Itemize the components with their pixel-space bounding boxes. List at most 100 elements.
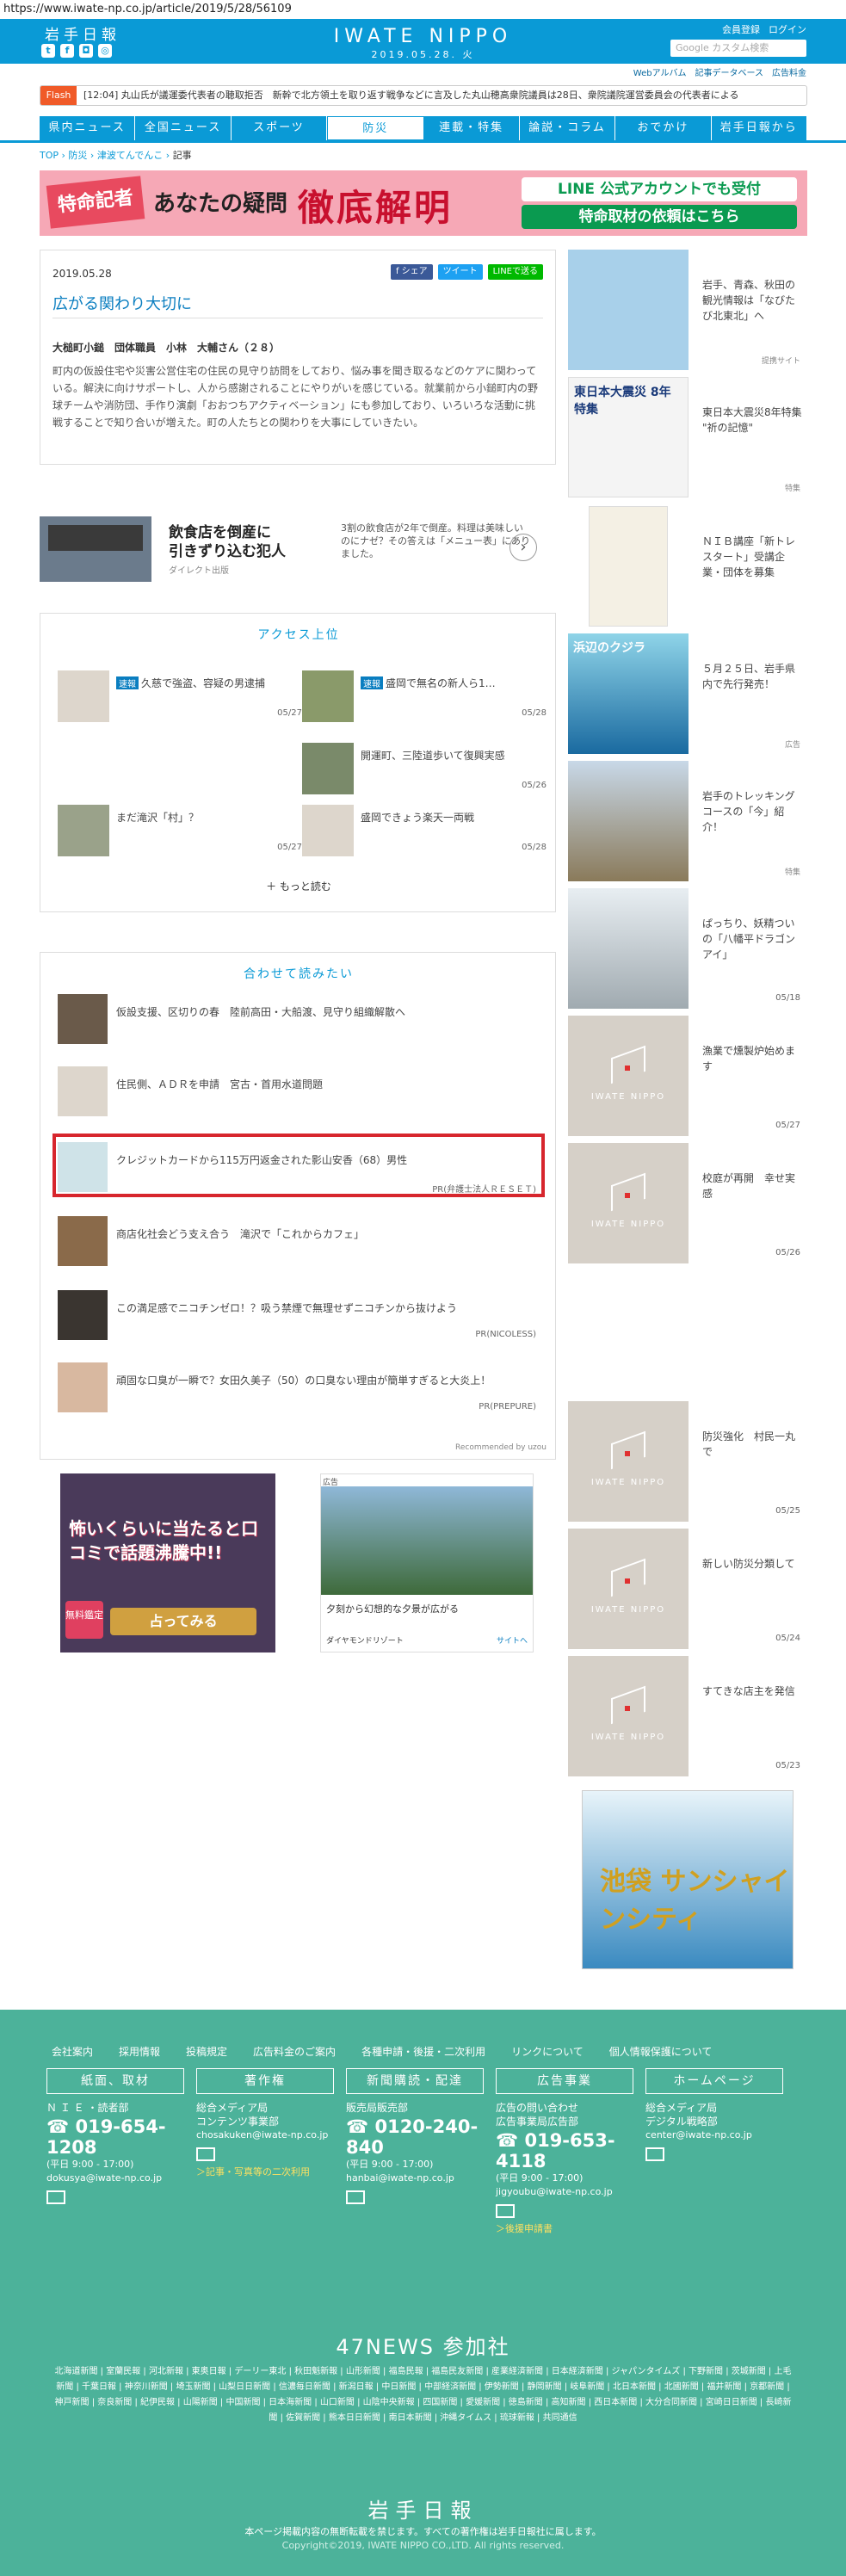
footer-logo[interactable]: 岩手日報 [0,2493,846,2523]
sidebar-item[interactable]: ぱっちり、妖精ついの「八幡平ドラゴンアイ」 05/18 [568,888,807,1009]
thumbnail[interactable] [58,805,109,856]
nav-from-nippo[interactable]: 岩手日報から [712,116,807,140]
related-item[interactable]: クレジットカードから115万円返金された影山安香（68）男性 PR(弁護士法人Ｒ… [58,1142,540,1195]
sidebar-item[interactable]: IWATE NIPPO 漁業で燻製炉始めます 05/27 [568,1016,807,1136]
sidebar-item[interactable]: 東日本大震災 8年特集 東日本大震災8年特集 "祈の記憶" 特集 [568,377,807,497]
sidebar-item-title[interactable]: 新しい防災分類して [702,1556,804,1572]
fortune-button[interactable]: 占ってみる [110,1608,256,1635]
footer-link-submission[interactable]: 投稿規定 [186,2044,227,2059]
mail-icon[interactable] [645,2147,664,2161]
footer-link-company[interactable]: 会社案内 [52,2044,93,2059]
nav-sports[interactable]: スポーツ [232,116,328,140]
ranking-item-title[interactable]: 盛岡で無名の新人ら1… [386,677,496,689]
recommend-credit[interactable]: Recommended by uzou [455,1443,547,1452]
related-item-title[interactable]: 住民側、ＡＤＲを申請 宮古・首用水道問題 [116,1077,323,1091]
subnav-album[interactable]: Webアルバム [633,65,687,78]
nav-national-news[interactable]: 全国ニュース [135,116,232,140]
iwate-nippo-placeholder[interactable]: IWATE NIPPO [568,1401,689,1522]
related-item[interactable]: 頑固な口臭が一瞬で？女田久美子（50）の口臭ない理由が簡単すぎると大炎上！ PR… [58,1362,540,1412]
ad-title[interactable]: 飲食店を倒産に 引きずり込む犯人 [169,523,286,561]
facebook-share-button[interactable]: f シェア [390,264,433,280]
thumbnail[interactable] [58,1142,108,1192]
flash-news-ticker[interactable]: Flash [12:04] 丸山氏が議運委代表者の聴取拒否 新幹で北方領土を取り返… [40,85,807,106]
contact-phone[interactable]: ☎ 019-654-1208 [46,2116,184,2158]
breadcrumb-disaster[interactable]: 防災 [68,150,87,161]
sidebar-item[interactable]: 岩手、青森、秋田の観光情報は「なびたび北東北」へ 提携サイト [568,250,807,370]
fortune-ad[interactable]: 怖いくらいに当たると口コミで話題沸騰中!! 無料鑑定 占ってみる [60,1473,275,1652]
iwate-nippo-placeholder[interactable]: IWATE NIPPO [568,1529,689,1649]
contact-email[interactable]: jigyoubu@iwate-np.co.jp [496,2185,633,2199]
related-item[interactable]: 商店化社会どう支え合う 滝沢で「これからカフェ」 [58,1216,540,1266]
footer-link-privacy[interactable]: 個人情報保護について [609,2044,713,2059]
thumbnail[interactable] [58,670,109,722]
sponsorship-link[interactable]: ＞後援申請書 [496,2221,633,2237]
sidebar-item-title[interactable]: ＮＩＢ講座「新トレスタート」受講企業・団体を募集 [702,534,804,580]
ranking-item[interactable]: 盛岡できょう楽天一両戦 05/28 [302,805,552,856]
related-item-title[interactable]: この満足感でニコチンゼロ！？吸う禁煙で無理せずニコチンから抜けよう [116,1300,457,1315]
sidebar-banner-navitabi[interactable] [568,250,689,370]
sidebar-banner-whale[interactable]: 浜辺のクジラ [568,633,689,754]
contact-email[interactable]: hanbai@iwate-np.co.jp [346,2171,484,2185]
nav-outing[interactable]: おでかけ [615,116,712,140]
ad-description[interactable]: 3割の飲食店が2年で倒産。料理は美味しいのにナゼ？その答えは「メニュー表」にあり… [341,522,530,560]
resort-ad-image[interactable] [321,1486,533,1595]
mail-icon[interactable] [196,2147,215,2161]
flash-text[interactable]: [12:04] 丸山氏が議運委代表者の聴取拒否 新幹で北方領土を取り返す戦争など… [83,90,738,101]
ranking-item-title[interactable]: 開運町、三陸道歩いて復興実感 [361,748,505,763]
sidebar-item[interactable]: IWATE NIPPO 新しい防災分類して 05/24 [568,1529,807,1649]
ranking-item[interactable]: 開運町、三陸道歩いて復興実感 05/26 [302,743,552,794]
sidebar-item-title[interactable]: 防災強化 村民一丸で [702,1429,804,1460]
native-ad[interactable]: 飲食店を倒産に 引きずり込む犯人 ダイレクト出版 3割の飲食店が2年で倒産。料理… [40,516,556,582]
more-button[interactable]: ＋ もっと読む [40,879,557,893]
breadcrumb-tsunami[interactable]: 津波てんでんこ [97,150,163,161]
contact-phone[interactable]: ☎ 0120-240-840 [346,2116,484,2158]
address-bar[interactable]: https://www.iwate-np.co.jp/article/2019/… [0,0,846,19]
chevron-right-icon[interactable]: › [509,534,537,561]
sidebar-banner-nib[interactable] [589,506,668,627]
sidebar-item[interactable]: IWATE NIPPO 校庭が再開 幸せ実感 05/26 [568,1143,807,1263]
contact-email[interactable]: chosakuken@iwate-np.co.jp [196,2128,334,2142]
resort-ad[interactable]: 広告 夕刻から幻想的な夕景が広がる ダイヤモンドリゾート サイトへ [320,1473,534,1652]
related-item-title[interactable]: 仮設支援、区切りの春 陸前高田・大船渡、見守り組織解散へ [116,1004,405,1019]
sidebar-item[interactable]: IWATE NIPPO 防災強化 村民一丸で 05/25 [568,1401,807,1522]
footer-link-linking[interactable]: リンクについて [511,2044,584,2059]
sidebar-item[interactable]: 浜辺のクジラ ５月２５日、岩手県内で先行発売！ 広告 [568,633,807,754]
sidebar-item[interactable]: ＮＩＢ講座「新トレスタート」受講企業・団体を募集 [568,506,807,627]
sidebar-item-title[interactable]: 校庭が再開 幸せ実感 [702,1171,804,1202]
related-item-title[interactable]: クレジットカードから115万円返金された影山安香（68）男性 [116,1152,407,1167]
ranking-item-title[interactable]: まだ滝沢「村」？ [116,810,199,825]
secondary-use-link[interactable]: ＞記事・写真等の二次利用 [196,2165,334,2180]
sidebar-item-title[interactable]: 岩手のトレッキングコースの「今」紹介！ [702,788,804,835]
nav-local-news[interactable]: 県内ニュース [40,116,136,140]
nav-disaster[interactable]: 防災 [327,116,424,140]
search-input[interactable]: Google カスタム検索 [670,40,806,57]
related-item[interactable]: 住民側、ＡＤＲを申請 宮古・首用水道問題 [58,1066,540,1116]
twitter-share-button[interactable]: ツイート [437,264,483,280]
footer-link-applications[interactable]: 各種申請・後援・二次利用 [361,2044,485,2059]
ranking-item-title[interactable]: 盛岡できょう楽天一両戦 [361,810,474,825]
ikebukuro-ad-text[interactable]: 池袋 サンシャインシティ [600,1860,793,1936]
thumbnail[interactable] [58,994,108,1044]
ranking-item[interactable]: まだ滝沢「村」？ 05/27 [58,805,307,856]
sidebar-item-title[interactable]: ぱっちり、妖精ついの「八幡平ドラゴンアイ」 [702,916,804,962]
iwate-nippo-placeholder[interactable]: IWATE NIPPO [568,1143,689,1263]
iwate-nippo-placeholder[interactable]: IWATE NIPPO [568,1016,689,1136]
sidebar-item-title[interactable]: すてきな店主を発信 [702,1683,804,1699]
contact-email[interactable]: dokusya@iwate-np.co.jp [46,2171,184,2185]
related-item[interactable]: この満足感でニコチンゼロ！？吸う禁煙で無理せずニコチンから抜けよう PR(NIC… [58,1290,540,1340]
fortune-ad-text[interactable]: 怖いくらいに当たると口コミで話題沸騰中!! [69,1517,267,1565]
related-item[interactable]: 仮設支援、区切りの春 陸前高田・大船渡、見守り組織解散へ [58,994,540,1044]
subnav-ads[interactable]: 広告料金 [772,65,806,78]
sidebar-item-title[interactable]: 漁業で燻製炉始めます [702,1043,804,1074]
login-link[interactable]: ログイン [769,22,806,36]
resort-site-link[interactable]: サイトへ [497,1634,528,1646]
breadcrumb-top[interactable]: TOP [40,150,59,161]
sidebar-photo-trekking[interactable] [568,761,689,881]
news47-title[interactable]: 47NEWS 参加社 [0,2330,846,2360]
iwate-nippo-placeholder[interactable]: IWATE NIPPO [568,1656,689,1776]
sidebar-item[interactable]: 岩手のトレッキングコースの「今」紹介！ 特集 [568,761,807,881]
subnav-database[interactable]: 記事データベース [695,65,764,78]
sidebar-banner-quake[interactable]: 東日本大震災 8年特集 [568,377,689,497]
footer-link-recruit[interactable]: 採用情報 [119,2044,160,2059]
banner-line-accept[interactable]: LINE 公式アカウントでも受付 [522,177,797,201]
